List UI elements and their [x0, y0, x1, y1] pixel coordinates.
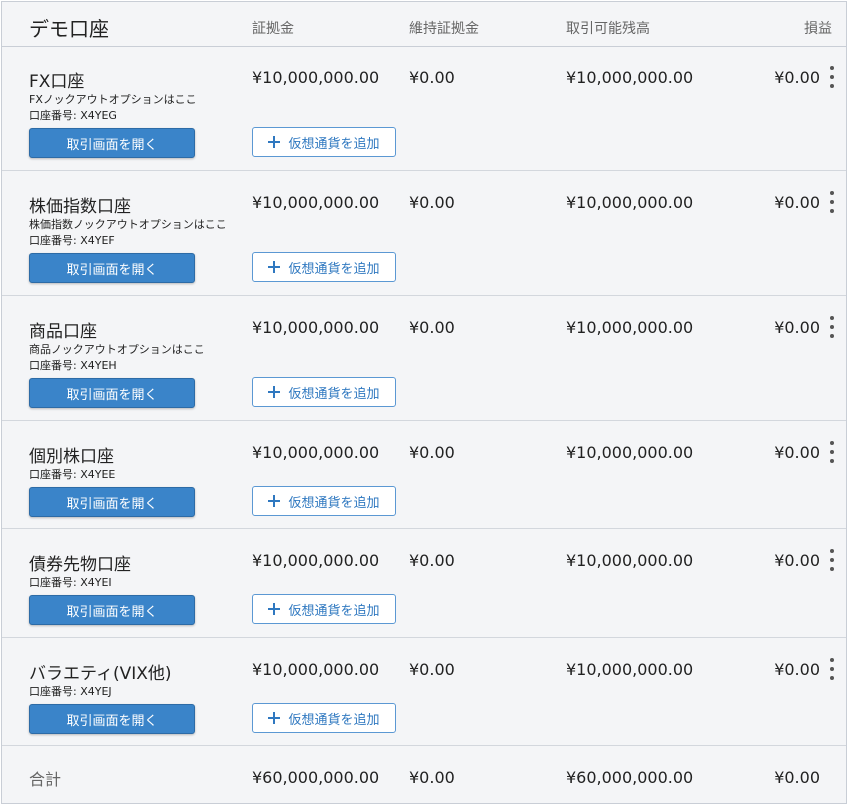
open-trading-screen-button[interactable]: 取引画面を開く	[29, 704, 195, 734]
add-crypto-button[interactable]: 仮想通貨を追加	[252, 594, 396, 624]
maintenance-margin-value: ¥0.00	[409, 443, 455, 462]
margin-value: ¥10,000,000.00	[252, 318, 380, 337]
open-trading-screen-button[interactable]: 取引画面を開く	[29, 487, 195, 517]
profit-loss-value: ¥0.00	[774, 318, 820, 337]
total-label: 合計	[29, 770, 62, 789]
add-crypto-label: 仮想通貨を追加	[288, 136, 380, 152]
account-number: 口座番号: X4YEF	[29, 234, 115, 247]
more-options-icon[interactable]	[826, 658, 838, 680]
account-name: 債券先物口座	[29, 555, 131, 575]
more-options-icon[interactable]	[826, 316, 838, 338]
available-balance-value: ¥10,000,000.00	[566, 551, 694, 570]
account-name: 個別株口座	[29, 447, 114, 467]
account-name: FX口座	[29, 72, 85, 92]
profit-loss-value: ¥0.00	[774, 660, 820, 679]
add-crypto-label: 仮想通貨を追加	[288, 495, 380, 511]
plus-icon	[268, 261, 281, 273]
profit-loss-value: ¥0.00	[774, 68, 820, 87]
more-options-icon[interactable]	[826, 191, 838, 213]
available-balance-value: ¥10,000,000.00	[566, 318, 694, 337]
add-crypto-button[interactable]: 仮想通貨を追加	[252, 377, 396, 407]
profit-loss-value: ¥0.00	[774, 193, 820, 212]
maintenance-margin-value: ¥0.00	[409, 318, 455, 337]
add-crypto-button[interactable]: 仮想通貨を追加	[252, 127, 396, 157]
available-balance-value: ¥10,000,000.00	[566, 68, 694, 87]
account-number: 口座番号: X4YEI	[29, 576, 112, 589]
page-title: デモ口座	[29, 17, 109, 41]
plus-icon	[268, 495, 281, 507]
account-number: 口座番号: X4YEJ	[29, 685, 112, 698]
account-description: FXノックアウトオプションはここ	[29, 93, 197, 106]
plus-icon	[268, 386, 281, 398]
available-balance-value: ¥10,000,000.00	[566, 660, 694, 679]
open-trading-screen-button[interactable]: 取引画面を開く	[29, 128, 195, 158]
plus-icon	[268, 712, 281, 724]
account-name: バラエティ(VIX他)	[29, 664, 172, 684]
open-trading-screen-button[interactable]: 取引画面を開く	[29, 253, 195, 283]
account-row-variety: バラエティ(VIX他) 口座番号: X4YEJ ¥10,000,000.00 ¥…	[2, 638, 846, 746]
maintenance-margin-value: ¥0.00	[409, 68, 455, 87]
total-margin-value: ¥60,000,000.00	[252, 768, 380, 787]
account-number: 口座番号: X4YEH	[29, 359, 117, 372]
maintenance-margin-value: ¥0.00	[409, 193, 455, 212]
more-options-icon[interactable]	[826, 66, 838, 88]
maintenance-margin-value: ¥0.00	[409, 660, 455, 679]
available-balance-value: ¥10,000,000.00	[566, 443, 694, 462]
plus-icon	[268, 603, 281, 615]
total-profit-loss-value: ¥0.00	[774, 768, 820, 787]
demo-accounts-panel: デモ口座 証拠金 維持証拠金 取引可能残高 損益 FX口座 FXノックアウトオプ…	[1, 1, 847, 804]
column-header-margin: 証拠金	[252, 21, 294, 37]
account-name: 株価指数口座	[29, 197, 131, 217]
add-crypto-button[interactable]: 仮想通貨を追加	[252, 703, 396, 733]
more-options-icon[interactable]	[826, 549, 838, 571]
plus-icon	[268, 136, 281, 148]
total-row: 合計 ¥60,000,000.00 ¥0.00 ¥60,000,000.00 ¥…	[2, 746, 846, 804]
margin-value: ¥10,000,000.00	[252, 660, 380, 679]
profit-loss-value: ¥0.00	[774, 551, 820, 570]
open-trading-screen-button[interactable]: 取引画面を開く	[29, 378, 195, 408]
margin-value: ¥10,000,000.00	[252, 551, 380, 570]
account-description: 商品ノックアウトオプションはここ	[29, 343, 205, 356]
total-available-balance-value: ¥60,000,000.00	[566, 768, 694, 787]
account-row-commodity: 商品口座 商品ノックアウトオプションはここ 口座番号: X4YEH ¥10,00…	[2, 296, 846, 421]
open-trading-screen-button[interactable]: 取引画面を開く	[29, 595, 195, 625]
account-row-fx: FX口座 FXノックアウトオプションはここ 口座番号: X4YEG ¥10,00…	[2, 46, 846, 171]
account-row-stocks: 個別株口座 口座番号: X4YEE ¥10,000,000.00 ¥0.00 ¥…	[2, 421, 846, 529]
account-name: 商品口座	[29, 322, 97, 342]
accounts-header: デモ口座 証拠金 維持証拠金 取引可能残高 損益	[2, 2, 846, 47]
add-crypto-label: 仮想通貨を追加	[288, 386, 380, 402]
profit-loss-value: ¥0.00	[774, 443, 820, 462]
account-number: 口座番号: X4YEE	[29, 468, 116, 481]
margin-value: ¥10,000,000.00	[252, 443, 380, 462]
account-number: 口座番号: X4YEG	[29, 109, 117, 122]
add-crypto-button[interactable]: 仮想通貨を追加	[252, 252, 396, 282]
total-maintenance-margin-value: ¥0.00	[409, 768, 455, 787]
add-crypto-label: 仮想通貨を追加	[288, 603, 380, 619]
margin-value: ¥10,000,000.00	[252, 68, 380, 87]
account-row-bond-futures: 債券先物口座 口座番号: X4YEI ¥10,000,000.00 ¥0.00 …	[2, 529, 846, 638]
column-header-profit-loss: 損益	[804, 21, 832, 37]
column-header-available-balance: 取引可能残高	[566, 21, 650, 37]
add-crypto-label: 仮想通貨を追加	[288, 712, 380, 728]
column-header-maintenance-margin: 維持証拠金	[409, 21, 479, 37]
add-crypto-button[interactable]: 仮想通貨を追加	[252, 486, 396, 516]
account-description: 株価指数ノックアウトオプションはここ	[29, 218, 227, 231]
margin-value: ¥10,000,000.00	[252, 193, 380, 212]
account-row-index: 株価指数口座 株価指数ノックアウトオプションはここ 口座番号: X4YEF ¥1…	[2, 171, 846, 296]
more-options-icon[interactable]	[826, 441, 838, 463]
add-crypto-label: 仮想通貨を追加	[288, 261, 380, 277]
maintenance-margin-value: ¥0.00	[409, 551, 455, 570]
available-balance-value: ¥10,000,000.00	[566, 193, 694, 212]
